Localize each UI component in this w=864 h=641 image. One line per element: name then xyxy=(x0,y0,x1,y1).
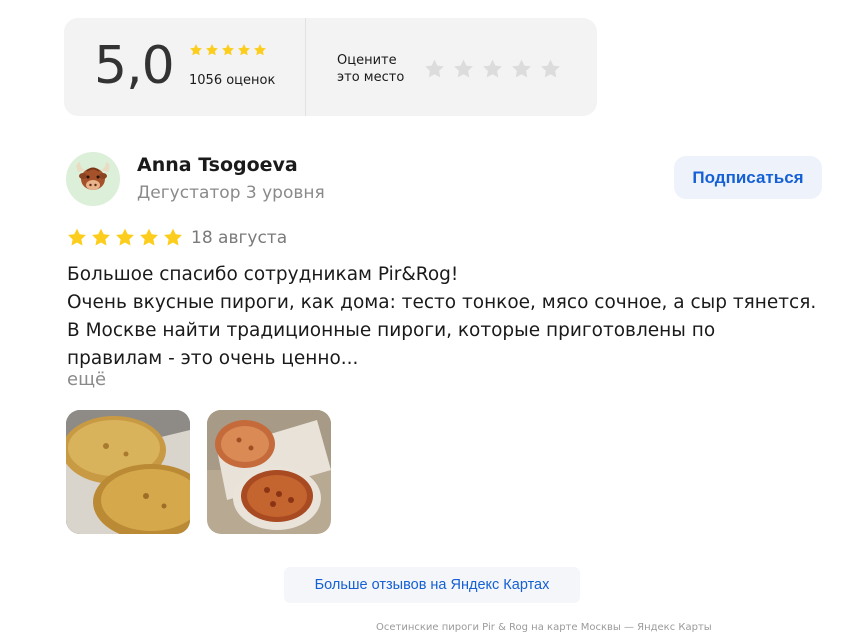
star-icon xyxy=(190,44,202,56)
review-text-line: В Москве найти традиционные пироги, кото… xyxy=(67,320,716,341)
review-text: Большое спасибо сотрудникам Pir&Rog! Оче… xyxy=(67,261,837,373)
rate-star-3-icon[interactable] xyxy=(481,58,504,80)
rate-star-1-icon[interactable] xyxy=(423,58,446,80)
star-icon xyxy=(116,228,134,246)
average-score: 5,0 xyxy=(94,36,175,96)
more-reviews-button[interactable]: Больше отзывов на Яндекс Картах xyxy=(284,567,580,603)
star-icon xyxy=(206,44,218,56)
review-text-line: Очень вкусные пироги, как дома: тесто то… xyxy=(67,292,817,313)
rate-prompt-line1: Оцените xyxy=(337,53,397,68)
star-icon xyxy=(92,228,110,246)
average-rating-stars xyxy=(189,43,267,57)
review-date: 18 августа xyxy=(191,228,288,248)
pie-photo-image xyxy=(207,410,331,534)
star-icon xyxy=(164,228,182,246)
panel-divider xyxy=(305,18,306,116)
review-text-line: Большое спасибо сотрудникам Pir&Rog! xyxy=(67,264,459,285)
ratings-count: 1056 оценок xyxy=(189,73,276,88)
rate-star-4-icon[interactable] xyxy=(510,58,533,80)
star-icon xyxy=(68,228,86,246)
review-photo-1[interactable] xyxy=(66,410,190,534)
author-name[interactable]: Anna Tsogoeva xyxy=(137,154,298,176)
pie-photo-image xyxy=(66,410,190,534)
bull-icon xyxy=(76,162,110,190)
star-icon xyxy=(222,44,234,56)
review-photo-2[interactable] xyxy=(207,410,331,534)
subscribe-button[interactable]: Подписаться xyxy=(674,156,822,199)
review-text-line: правилам - это очень ценно... xyxy=(67,348,359,369)
review-rating-stars xyxy=(66,227,184,248)
rate-star-2-icon[interactable] xyxy=(452,58,475,80)
author-avatar[interactable] xyxy=(66,152,120,206)
rate-star-5-icon[interactable] xyxy=(539,58,562,80)
star-icon xyxy=(238,44,250,56)
rate-prompt-line2: это место xyxy=(337,70,405,85)
star-icon xyxy=(254,44,266,56)
expand-review-link[interactable]: ещё xyxy=(67,369,106,390)
footer-link[interactable]: Осетинские пироги Pir & Rog на карте Мос… xyxy=(376,622,712,633)
rate-prompt: Оцените это место xyxy=(337,52,417,86)
author-level: Дегустатор 3 уровня xyxy=(137,183,325,203)
rating-summary-panel: 5,0 1056 оценок Оцените это место xyxy=(64,18,597,116)
rate-stars-input[interactable] xyxy=(423,58,562,80)
star-icon xyxy=(140,228,158,246)
